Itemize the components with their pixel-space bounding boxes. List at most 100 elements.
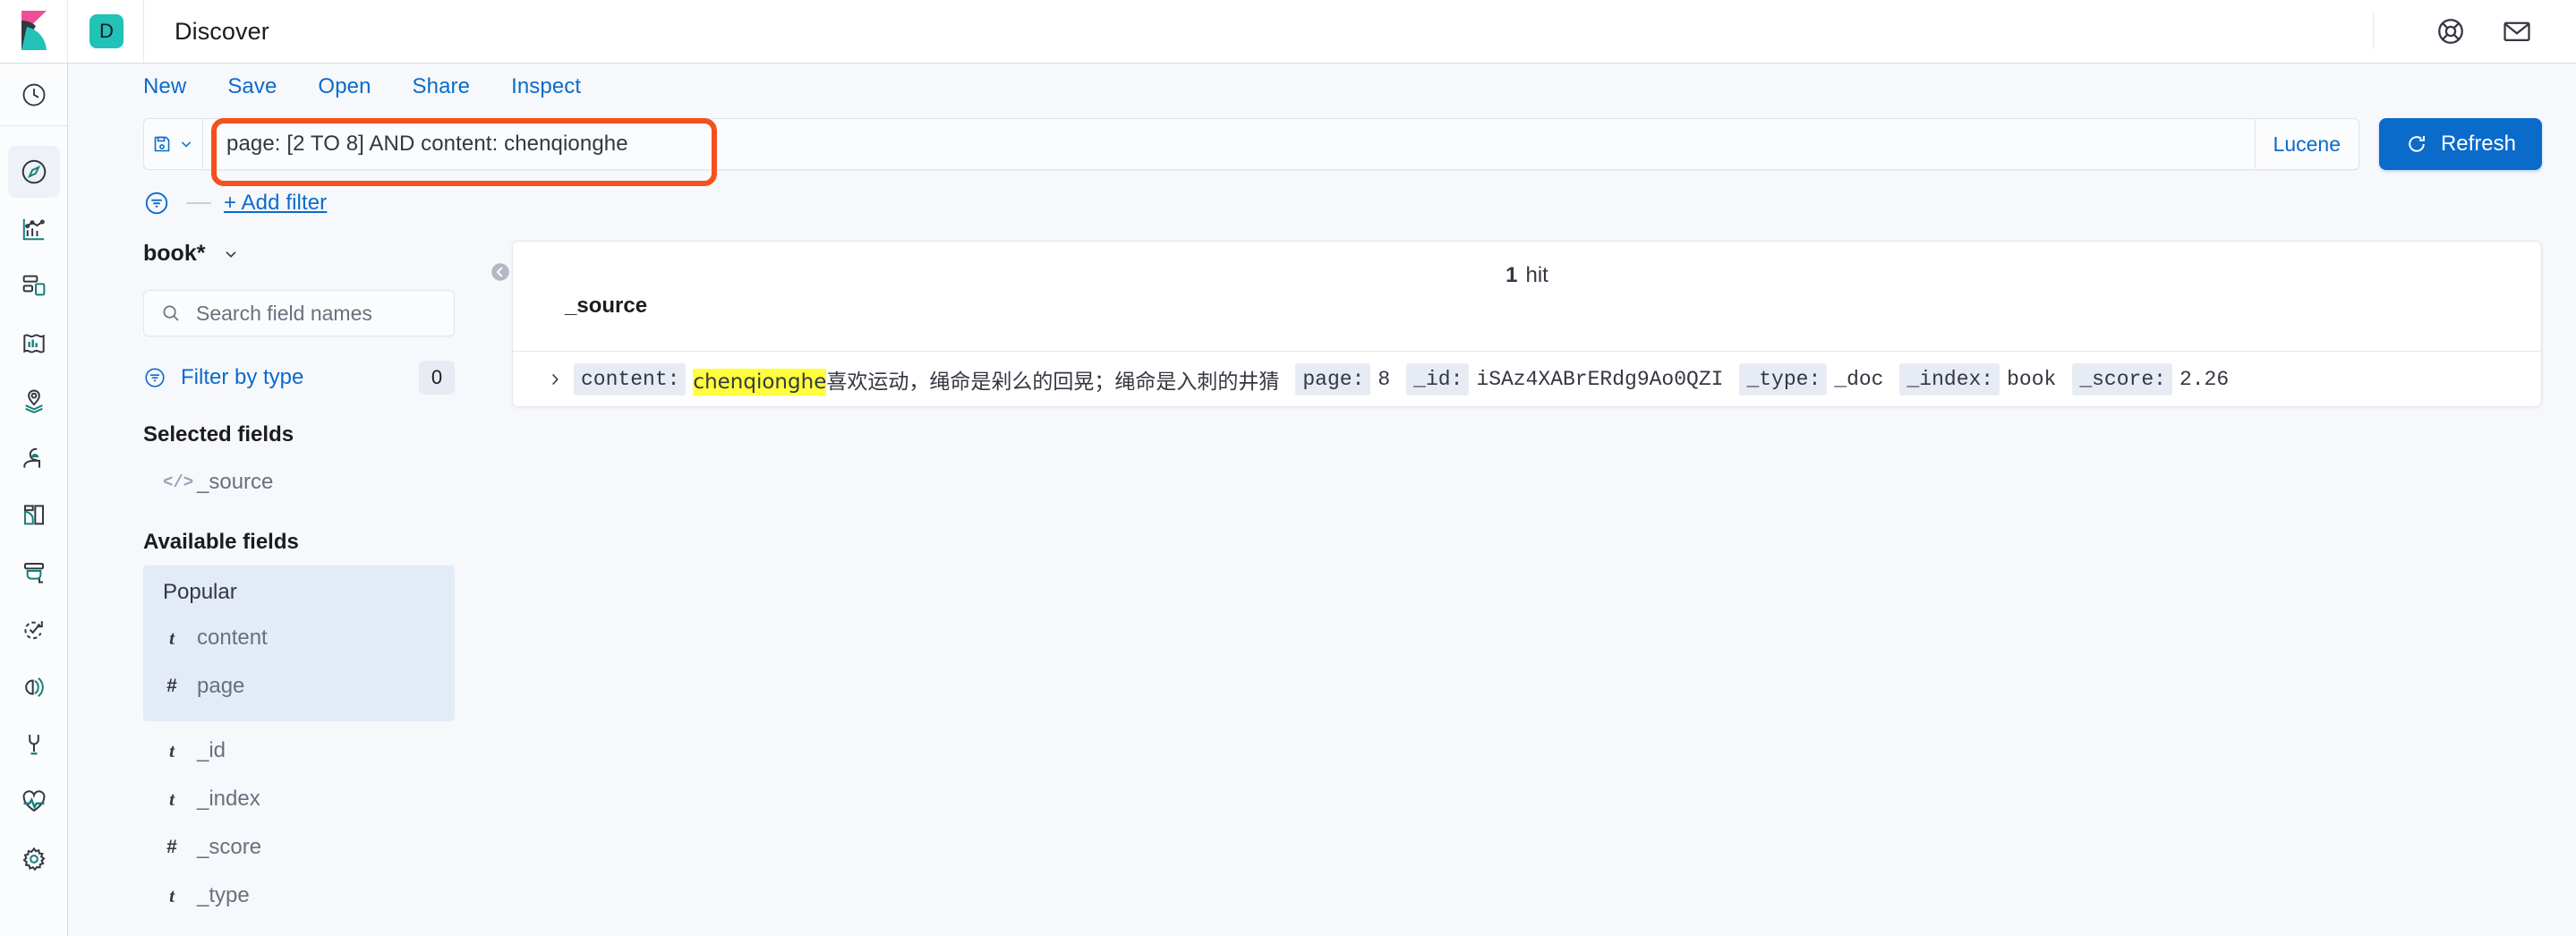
sidebar-item-canvas[interactable]	[8, 318, 60, 370]
sidebar-item-uptime[interactable]	[8, 661, 60, 713]
saved-query-button[interactable]	[143, 118, 202, 170]
refresh-icon	[2409, 135, 2425, 152]
string-type-icon: t	[169, 884, 175, 906]
menu-open[interactable]: Open	[318, 74, 371, 99]
field-search-input[interactable]: Search field names	[143, 290, 455, 336]
sidebar-item-discover[interactable]	[7, 146, 60, 198]
string-type-icon: t	[169, 626, 175, 649]
query-input-container[interactable]: page: [2 TO 8] AND content: chenqionghe …	[202, 118, 2359, 170]
menu-save[interactable]: Save	[227, 74, 277, 99]
uptime-signal-icon	[24, 677, 44, 697]
field-label: _index	[197, 787, 260, 811]
menu-new[interactable]: New	[143, 74, 186, 99]
field-value-score: 2.26	[2179, 367, 2230, 391]
infra-icon	[23, 505, 44, 525]
field-sidebar: book* Search field names Filter by type …	[68, 228, 489, 936]
sidebar-item-monitoring[interactable]	[8, 776, 60, 828]
query-language-button[interactable]: Lucene	[2254, 119, 2358, 169]
field-label: _id	[197, 738, 226, 762]
field-key-page: page:	[1295, 362, 1371, 396]
popular-label: Popular	[163, 580, 237, 604]
sidebar-item-management[interactable]	[8, 833, 60, 885]
filter-circle-icon	[145, 368, 165, 387]
sidebar-item-infrastructure[interactable]	[8, 489, 60, 541]
hit-count: 1	[1506, 263, 1518, 287]
field-key-score: _score:	[2072, 362, 2172, 396]
gear-icon	[21, 847, 46, 872]
field-key-id: _id:	[1406, 362, 1470, 396]
dashboard-grid-icon	[22, 275, 45, 296]
field-item-index[interactable]: t _index	[143, 775, 455, 823]
app-badge-container: D	[68, 0, 144, 63]
recently-viewed-button[interactable]	[0, 64, 67, 126]
hit-label: hit	[1525, 263, 1548, 287]
sidebar-item-maps[interactable]	[8, 375, 60, 427]
discover-top-menu: New Save Open Share Inspect	[68, 64, 2576, 110]
field-search-placeholder: Search field names	[196, 301, 372, 325]
refresh-button[interactable]: Refresh	[2379, 118, 2542, 170]
query-input[interactable]: page: [2 TO 8] AND content: chenqionghe	[203, 119, 2255, 169]
field-key-content: content:	[574, 362, 687, 396]
header-divider	[2373, 13, 2374, 49]
source-type-icon: </>	[163, 472, 194, 492]
field-item-source[interactable]: </> _source	[143, 458, 455, 506]
filter-by-type-button[interactable]: Filter by type 0	[143, 356, 455, 399]
source-column-header: _source	[565, 294, 648, 318]
search-icon	[163, 305, 179, 321]
filter-by-type-count: 0	[419, 361, 455, 395]
compass-icon	[21, 159, 46, 184]
field-value-id: iSAz4XABrERdg9Ao0QZI	[1476, 367, 1724, 391]
clock-icon	[22, 83, 45, 106]
search-highlight: chenqionghe	[693, 368, 827, 396]
apm-clock-check-icon	[23, 621, 43, 640]
field-key-type: _type:	[1739, 362, 1828, 396]
refresh-label: Refresh	[2440, 132, 2517, 156]
sidebar-item-visualize[interactable]	[8, 203, 60, 255]
wrench-icon	[28, 735, 39, 755]
field-item-page[interactable]: # page	[143, 662, 455, 711]
documents-panel: 1 hit _source content: chenqionghe喜欢运动，绳…	[512, 241, 2542, 407]
sidebar-item-logs[interactable]	[8, 547, 60, 599]
menu-inspect[interactable]: Inspect	[511, 74, 581, 99]
chevron-right-icon	[552, 373, 559, 385]
map-pin-layers-icon	[24, 389, 43, 413]
kibana-logo[interactable]	[0, 0, 68, 63]
field-label: _type	[197, 883, 250, 907]
kibana-discover-app: D Discover New Save Open Share Inspect p…	[0, 0, 2576, 936]
expand-row-button[interactable]	[536, 370, 574, 389]
field-value-index: book	[2007, 367, 2057, 391]
mail-icon[interactable]	[2492, 6, 2542, 56]
menu-share[interactable]: Share	[413, 74, 471, 99]
table-row[interactable]: content: chenqionghe喜欢运动，绳命是剁么的回晃；绳命是入刺的…	[513, 351, 2541, 406]
main-content: New Save Open Share Inspect page: [2 TO …	[68, 64, 2576, 936]
sidebar-item-dashboard[interactable]	[8, 260, 60, 312]
field-label: page	[197, 674, 245, 698]
discover-content: book* Search field names Filter by type …	[68, 228, 2576, 936]
sidebar-collapse-button[interactable]	[489, 241, 512, 936]
content-rest: 喜欢运动，绳命是剁么的回晃；绳命是入刺的井猜	[826, 370, 1280, 394]
page-title: Discover	[175, 17, 269, 45]
field-value-type: _doc	[1834, 367, 1884, 391]
primary-navigation	[0, 64, 68, 936]
index-pattern-name: book*	[143, 241, 206, 266]
sidebar-item-apm[interactable]	[8, 604, 60, 656]
query-bar-row: page: [2 TO 8] AND content: chenqionghe …	[68, 110, 2576, 186]
field-item-id[interactable]: t _id	[143, 727, 455, 775]
number-type-icon: #	[166, 837, 177, 857]
string-type-icon: t	[169, 739, 175, 762]
field-item-content[interactable]: t content	[143, 614, 455, 662]
document-fields: content: chenqionghe喜欢运动，绳命是剁么的回晃；绳命是入刺的…	[574, 362, 2245, 396]
help-icon[interactable]	[2426, 6, 2476, 56]
selected-fields-title: Selected fields	[143, 422, 294, 447]
filter-icon[interactable]	[143, 190, 170, 217]
sidebar-item-machine-learning[interactable]	[8, 432, 60, 484]
field-item-type[interactable]: t _type	[143, 872, 455, 920]
sidebar-item-dev-tools[interactable]	[8, 719, 60, 770]
add-filter-link[interactable]: + Add filter	[224, 191, 327, 216]
save-disk-icon	[154, 136, 170, 152]
field-item-score[interactable]: # _score	[143, 823, 455, 872]
bar-line-chart-icon	[22, 218, 45, 241]
app-header: D Discover	[0, 0, 2576, 64]
app-body: New Save Open Share Inspect page: [2 TO …	[0, 64, 2576, 936]
index-pattern-selector[interactable]: book*	[143, 241, 455, 267]
